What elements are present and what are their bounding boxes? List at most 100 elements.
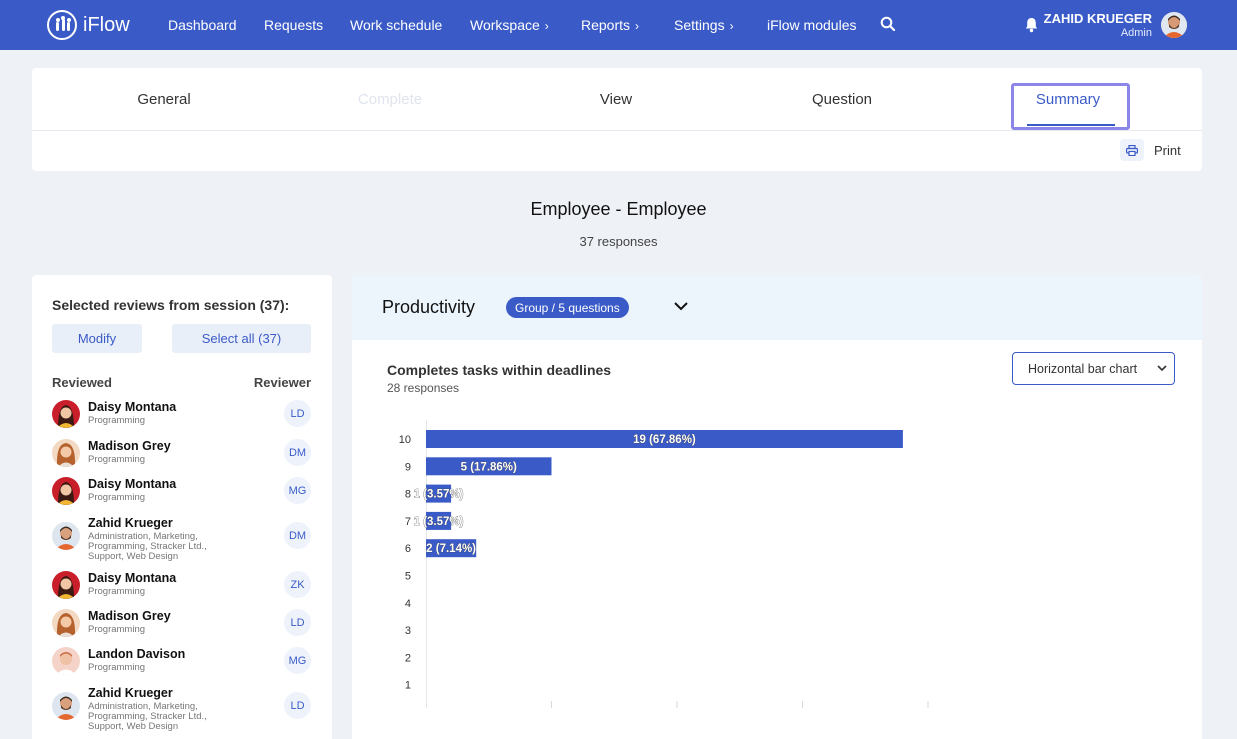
nav-requests[interactable]: Requests <box>264 17 323 33</box>
category-label: 5 <box>405 571 411 583</box>
bar-value-label: 5 (17.86%) <box>461 461 517 473</box>
review-row[interactable]: Daisy Montana Programming LD <box>52 400 314 428</box>
question-responses: 28 responses <box>387 381 460 395</box>
bell-icon[interactable] <box>1024 16 1039 33</box>
review-row[interactable]: Madison Grey Programming DM <box>52 439 314 467</box>
reviewed-name: Daisy Montana <box>88 571 177 585</box>
reviewed-name: Landon Davison <box>88 647 186 661</box>
modify-button[interactable]: Modify <box>52 324 142 353</box>
reviewed-name: Zahid Krueger <box>88 686 173 700</box>
reviewed-avatar <box>52 571 80 599</box>
logo-text: iFlow <box>83 13 130 36</box>
reviewer-initials-badge[interactable]: DM <box>284 522 311 549</box>
reviewer-initials-badge[interactable]: LD <box>284 609 311 636</box>
survey-title: Employee - Employee <box>530 199 707 219</box>
user-avatar[interactable] <box>1161 12 1187 38</box>
review-row[interactable]: Daisy Montana Programming ZK <box>52 571 314 599</box>
reviewer-column-header: Reviewer <box>253 375 311 390</box>
nav-dashboard[interactable]: Dashboard <box>168 17 237 33</box>
reviewed-name: Madison Grey <box>88 609 171 623</box>
category-label: 8 <box>405 489 411 501</box>
user-name[interactable]: ZAHID KRUEGER <box>1044 11 1152 26</box>
reviewed-name: Daisy Montana <box>88 477 177 491</box>
review-row[interactable]: Landon Davison Programming MG <box>52 647 314 675</box>
section-header[interactable]: Productivity Group / 5 questions <box>352 275 1202 340</box>
reviewed-department: Programming <box>88 415 146 426</box>
reviews-panel: Selected reviews from session (37): Modi… <box>32 275 332 739</box>
logo[interactable]: iFlow <box>47 10 130 40</box>
reviewer-initials-badge[interactable]: MG <box>284 477 311 504</box>
user-role: Admin <box>1120 27 1152 39</box>
reviewed-avatar <box>52 477 80 505</box>
category-label: 1 <box>405 680 411 692</box>
reviewer-initials-badge[interactable]: MG <box>284 647 311 674</box>
category-label: 2 <box>405 652 411 664</box>
reviewed-avatar <box>52 400 80 428</box>
chevron-right-icon: › <box>729 19 734 33</box>
print-button[interactable]: Print <box>1120 139 1181 161</box>
category-label: 7 <box>405 516 411 528</box>
print-label: Print <box>1154 142 1181 158</box>
category-label: 4 <box>405 598 411 610</box>
reviewed-name: Zahid Krueger <box>88 516 173 530</box>
chevron-down-icon[interactable] <box>673 300 689 312</box>
summary-panel: Productivity Group / 5 questions Complet… <box>352 275 1202 739</box>
top-navbar: iFlow Dashboard Requests Work schedule W… <box>0 0 1237 50</box>
nav-workspace[interactable]: Workspace › <box>470 17 549 33</box>
review-row[interactable]: Zahid Krueger Administration, Marketing, … <box>52 686 314 732</box>
reviewed-avatar <box>52 692 80 720</box>
bar-value-label: 1 (3.57%) <box>414 489 464 501</box>
reviewer-initials-badge[interactable]: DM <box>284 439 311 466</box>
chevron-down-icon <box>1157 365 1167 372</box>
iflow-logo-icon <box>47 10 77 40</box>
reviewed-avatar <box>52 647 80 675</box>
reviewed-column-header: Reviewed <box>52 375 112 390</box>
search-icon[interactable] <box>880 16 896 32</box>
reviewed-department: Administration, Marketing, Programming, … <box>88 701 207 732</box>
tabs-card: General Complete View Question Summary P… <box>32 68 1202 171</box>
tab-bar: General Complete View Question Summary <box>32 68 1202 131</box>
group-badge: Group / 5 questions <box>506 297 629 318</box>
reviewer-initials-badge[interactable]: LD <box>284 400 311 427</box>
section-title: Productivity <box>382 297 476 317</box>
reviewed-avatar <box>52 522 80 550</box>
reviewer-initials-badge[interactable]: ZK <box>284 571 311 598</box>
review-row[interactable]: Daisy Montana Programming MG <box>52 477 314 505</box>
chevron-right-icon: › <box>544 19 549 33</box>
reviewed-avatar <box>52 609 80 637</box>
tab-focus-outline <box>1011 83 1130 130</box>
reviewed-department: Programming <box>88 586 146 597</box>
category-label: 3 <box>405 625 411 637</box>
bar-value-label: 2 (7.14%) <box>426 543 476 555</box>
category-label: 9 <box>405 461 411 473</box>
reviewed-department: Programming <box>88 624 146 635</box>
reviewed-name: Daisy Montana <box>88 400 177 414</box>
question-title: Completes tasks within deadlines <box>387 362 612 378</box>
reviewed-department: Administration, Marketing, Programming, … <box>88 531 207 562</box>
reviewer-initials-badge[interactable]: LD <box>284 692 311 719</box>
tab-general[interactable]: General <box>51 68 277 131</box>
category-label: 10 <box>399 434 411 446</box>
tab-active-indicator <box>1027 124 1115 126</box>
tab-complete: Complete <box>357 91 423 108</box>
reviewed-department: Programming <box>88 662 146 673</box>
chart-type-select[interactable]: Horizontal bar chart <box>1012 352 1175 385</box>
chart-type-selected: Horizontal bar chart <box>1028 361 1138 376</box>
nav-iflow-modules[interactable]: iFlow modules <box>767 17 856 33</box>
reviewed-department: Programming <box>88 492 146 503</box>
select-all-button[interactable]: Select all (37) <box>172 324 311 353</box>
nav-work-schedule[interactable]: Work schedule <box>350 17 442 33</box>
reviewed-name: Madison Grey <box>88 439 171 453</box>
reviews-panel-title: Selected reviews from session (37): <box>52 297 290 313</box>
printer-icon <box>1120 139 1144 161</box>
horizontal-bar-chart: 10 19 (67.86%)9 5 (17.86%)8 1 (3.57%)7 1 (3.… <box>399 420 929 708</box>
bar-value-label: 19 (67.86%) <box>633 434 696 446</box>
tab-view[interactable]: View <box>503 68 729 131</box>
bar-value-label: 1 (3.57%) <box>414 516 464 528</box>
review-row[interactable]: Zahid Krueger Administration, Marketing, … <box>52 516 314 562</box>
tab-question[interactable]: Question <box>729 68 955 131</box>
nav-reports[interactable]: Reports › <box>581 17 639 33</box>
review-row[interactable]: Madison Grey Programming LD <box>52 609 314 637</box>
nav-settings[interactable]: Settings › <box>674 17 734 33</box>
chevron-right-icon: › <box>635 19 640 33</box>
